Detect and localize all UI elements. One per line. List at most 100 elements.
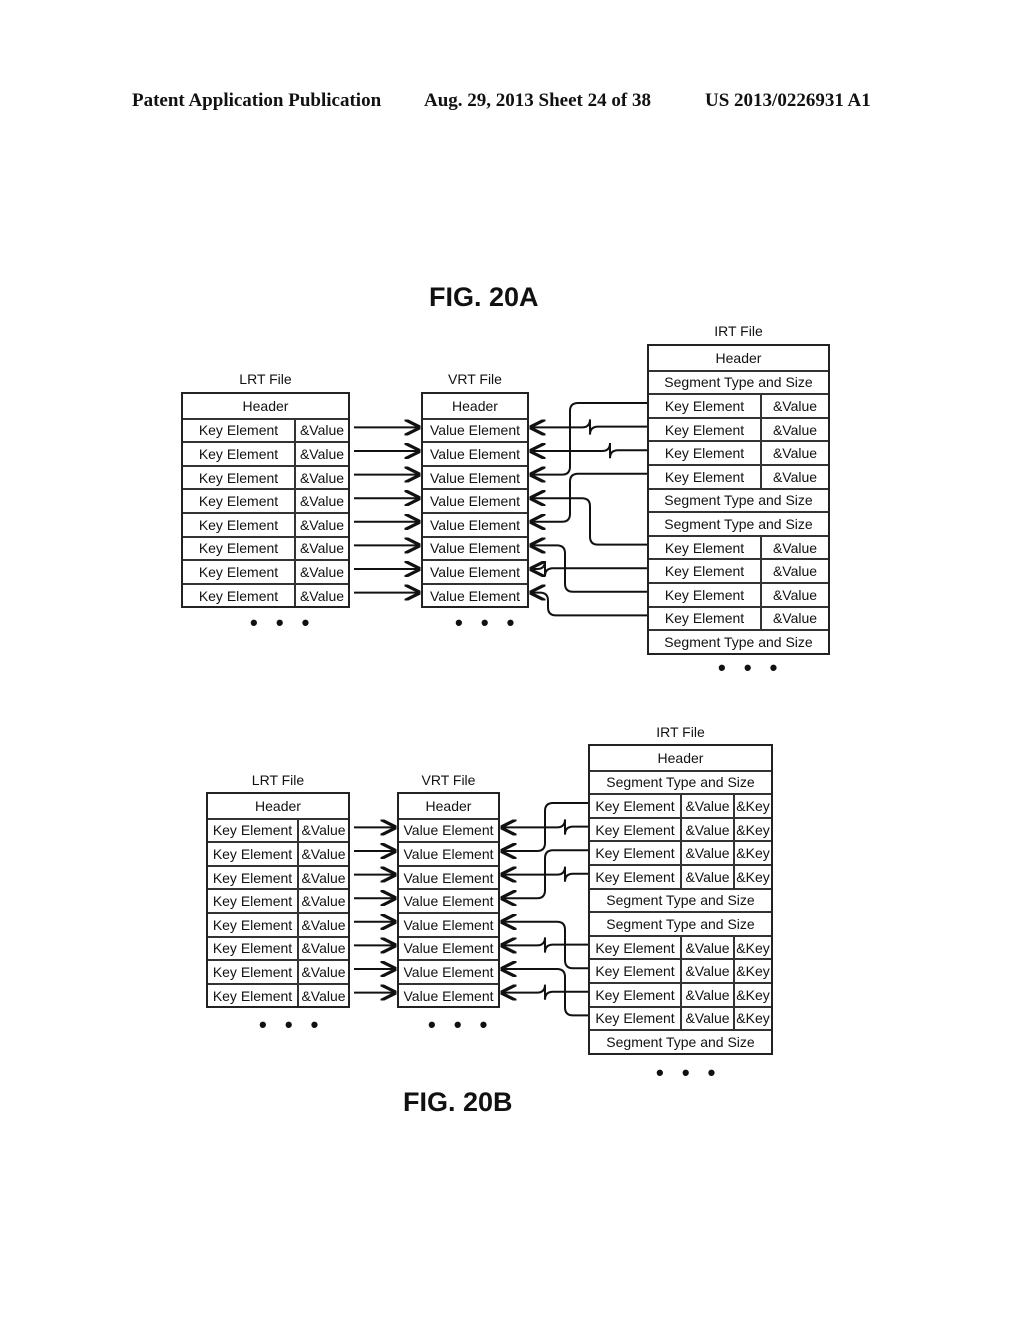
irt-row: Key Element &Value &Key xyxy=(590,863,771,888)
value-element-cell: Value Element xyxy=(403,869,494,886)
vrt-row: Value Element xyxy=(423,535,527,560)
irt-to-vrt-arrow xyxy=(502,819,588,834)
value-ref-cell: &Value xyxy=(760,418,828,441)
key-element-cell: Key Element xyxy=(212,987,293,1004)
irt-row: Header xyxy=(590,746,771,770)
irt-row: Segment Type and Size xyxy=(649,629,828,653)
irt-row: Key Element &Value &Key xyxy=(590,934,771,959)
key-element-cell: Key Element xyxy=(198,563,279,580)
irt-row: Segment Type and Size xyxy=(590,1029,771,1053)
irt-row: Segment Type and Size xyxy=(649,511,828,535)
irt-to-vrt-arrow xyxy=(531,545,647,593)
value-element-cell: Value Element xyxy=(429,469,520,486)
segment-type-size-cell: Segment Type and Size xyxy=(606,915,755,932)
value-element-cell: Value Element xyxy=(403,893,494,910)
lrt-row: Key Element &Value xyxy=(183,488,348,512)
irt-row: Segment Type and Size xyxy=(590,911,771,935)
irt-to-vrt-arrow xyxy=(502,849,588,898)
key-element-cell: Key Element xyxy=(212,940,293,957)
key-ref-cell: &Key xyxy=(733,795,771,817)
irt-to-vrt-arrow xyxy=(531,472,647,522)
value-ref-cell: &Value xyxy=(294,537,348,560)
irt-row: Key Element &Value xyxy=(649,581,828,606)
key-element-cell: Key Element xyxy=(595,963,675,980)
value-element-cell: Value Element xyxy=(403,845,494,862)
value-ref-cell: &Value xyxy=(680,1007,733,1030)
vrt-row: Value Element xyxy=(423,441,527,465)
value-ref-cell: &Value xyxy=(294,513,348,536)
publication-date-sheet: Aug. 29, 2013 Sheet 24 of 38 xyxy=(424,90,651,111)
key-element-cell: Key Element xyxy=(212,845,293,862)
value-ref-cell: &Value xyxy=(297,937,348,960)
key-element-cell: Key Element xyxy=(198,469,279,486)
lrt-ellipsis: • • • xyxy=(259,1012,325,1037)
value-ref-cell: &Value xyxy=(760,583,828,606)
vrt-ellipsis: • • • xyxy=(428,1012,494,1037)
lrt-row: Key Element &Value xyxy=(183,535,348,560)
segment-type-size-cell: Segment Type and Size xyxy=(664,374,813,391)
irt-to-vrt-arrow xyxy=(531,402,647,475)
key-element-cell: Key Element xyxy=(664,586,745,603)
key-element-cell: Key Element xyxy=(212,893,293,910)
vrt-row: Value Element xyxy=(399,911,498,936)
irt-row: Key Element &Value xyxy=(649,534,828,559)
vrt-header: Header xyxy=(452,397,498,414)
segment-type-size-cell: Segment Type and Size xyxy=(664,515,813,532)
key-element-cell: Key Element xyxy=(664,421,745,438)
vrt-row: Value Element xyxy=(399,982,498,1007)
irt-ellipsis: • • • xyxy=(656,1060,722,1085)
lrt-header-row: Header xyxy=(183,394,348,418)
irt-file-label: IRT File xyxy=(656,724,705,740)
value-ref-cell: &Value xyxy=(294,584,348,607)
vrt-row: Value Element xyxy=(399,864,498,889)
key-element-cell: Key Element xyxy=(198,587,279,604)
vrt-row: Value Element xyxy=(399,959,498,983)
key-element-cell: Key Element xyxy=(664,563,745,580)
value-ref-cell: &Value xyxy=(680,983,733,1006)
key-element-cell: Key Element xyxy=(664,468,745,485)
value-element-cell: Value Element xyxy=(403,987,494,1004)
value-ref-cell: &Value xyxy=(680,936,733,959)
lrt-row: Key Element &Value xyxy=(208,959,348,983)
key-ref-cell: &Key xyxy=(733,960,771,982)
irt-row: Key Element &Value &Key xyxy=(590,1005,771,1030)
figure-title-20b: FIG. 20B xyxy=(403,1087,513,1117)
irt-to-vrt-arrow xyxy=(531,442,647,458)
irt-to-vrt-arrow xyxy=(502,937,588,952)
irt-header: Header xyxy=(715,349,762,366)
irt-row: Key Element &Value &Key xyxy=(590,793,771,817)
irt-row: Key Element &Value &Key xyxy=(590,840,771,864)
lrt-header: Header xyxy=(242,397,289,414)
value-element-cell: Value Element xyxy=(403,940,494,957)
value-ref-cell: &Value xyxy=(680,865,733,888)
lrt-row: Key Element &Value xyxy=(183,559,348,583)
irt-row: Key Element &Value &Key xyxy=(590,981,771,1006)
value-element-cell: Value Element xyxy=(429,587,520,604)
irt-to-vrt-arrow xyxy=(502,984,588,1000)
vrt-row: Value Element xyxy=(399,935,498,960)
irt-row: Key Element &Value xyxy=(649,440,828,464)
irt-to-vrt-arrow xyxy=(502,866,588,882)
publication-number: US 2013/0226931 A1 xyxy=(705,90,871,111)
vrt-header-row: Header xyxy=(423,394,527,418)
lrt-row: Key Element &Value xyxy=(208,935,348,960)
vrt-header-row: Header xyxy=(399,794,498,818)
irt-row: Key Element &Value xyxy=(649,558,828,582)
value-ref-cell: &Value xyxy=(294,490,348,512)
value-ref-cell: &Value xyxy=(680,818,733,841)
lrt-header: Header xyxy=(255,797,301,814)
vrt-file-table: Header Value Element Value Element Value El… xyxy=(421,392,529,609)
value-ref-cell: &Value xyxy=(297,961,348,983)
irt-file-label: IRT File xyxy=(714,323,763,339)
value-ref-cell: &Value xyxy=(294,466,348,489)
irt-row: Segment Type and Size xyxy=(590,887,771,912)
value-ref-cell: &Value xyxy=(294,419,348,442)
value-element-cell: Value Element xyxy=(403,916,494,933)
figure-title-20a: FIG. 20A xyxy=(429,282,539,312)
lrt-row: Key Element &Value xyxy=(183,464,348,489)
key-element-cell: Key Element xyxy=(198,493,279,510)
value-ref-cell: &Value xyxy=(297,843,348,865)
segment-type-size-cell: Segment Type and Size xyxy=(606,892,755,909)
key-element-cell: Key Element xyxy=(595,821,675,838)
key-element-cell: Key Element xyxy=(198,422,279,439)
